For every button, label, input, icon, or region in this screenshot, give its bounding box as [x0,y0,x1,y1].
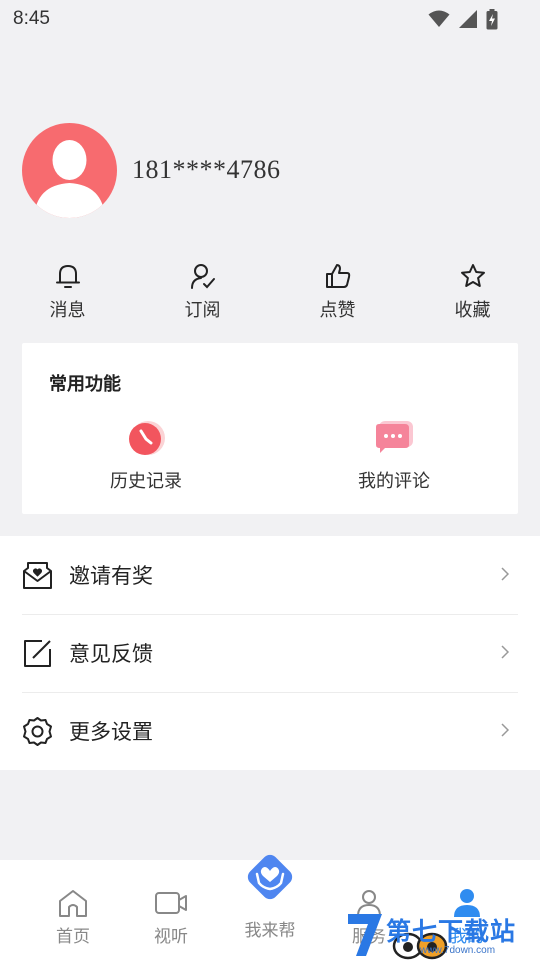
my-comments-button[interactable]: 我的评论 [294,419,494,493]
home-icon [59,890,87,917]
settings-gear-icon [22,716,53,747]
quick-action-favorites[interactable]: 收藏 [405,262,540,324]
helping-hands-heart-icon [247,854,293,900]
video-camera-icon [155,892,187,914]
chevron-right-icon [501,567,510,581]
menu-item-label: 意见反馈 [69,643,153,666]
watermark-logo-icon [348,914,382,956]
chevron-right-icon [501,645,510,659]
quick-action-label: 收藏 [454,300,491,320]
common-functions-card: 常用功能 历史记录 我的评论 [22,343,518,514]
user-avatar-icon[interactable] [22,122,117,218]
battery-charging-icon [486,8,498,29]
quick-action-label: 点赞 [319,300,356,320]
menu-item-invite[interactable]: 邀请有奖 [0,536,540,614]
watermark-text: 第七下载站 [386,918,517,946]
card-title: 常用功能 [49,374,121,394]
profile-header[interactable]: 181****4786 [22,122,281,218]
tab-label: 首页 [56,927,90,946]
tab-video[interactable]: 视听 [122,888,220,947]
comments-label: 我的评论 [358,471,430,491]
watermark-url: www.7down.com [420,945,496,956]
quick-action-subscribe[interactable]: 订阅 [135,262,270,324]
quick-action-label: 消息 [49,300,86,320]
wifi-icon [428,10,450,27]
status-time: 8:45 [13,8,50,29]
watermark: 第七下载站 www.7down.com [342,908,540,960]
chevron-right-icon [501,723,510,737]
thumbs-up-icon [325,264,350,288]
menu-item-label: 邀请有奖 [69,565,153,588]
user-phone[interactable]: 181****4786 [132,155,281,185]
invite-envelope-icon [22,560,53,591]
status-bar: 8:45 [0,0,540,38]
comment-bubble-icon [376,421,413,453]
quick-action-messages[interactable]: 消息 [0,262,135,324]
menu-item-more-settings[interactable]: 更多设置 [0,692,540,770]
tab-label: 我来帮 [244,921,296,940]
history-clock-icon [129,421,165,455]
history-label: 历史记录 [110,471,182,491]
menu-item-feedback[interactable]: 意见反馈 [0,614,540,692]
menu-item-label: 更多设置 [69,721,153,744]
settings-menu: 邀请有奖 意见反馈 更多设置 [0,536,540,770]
quick-action-label: 订阅 [184,300,221,320]
quick-actions: 消息 订阅 点赞 收藏 [0,262,540,324]
signal-icon [459,10,477,28]
subscribe-icon [190,264,215,289]
tab-help[interactable]: 我来帮 [222,846,318,941]
bell-icon [55,264,80,288]
feedback-edit-icon [22,638,53,669]
star-icon [460,264,485,287]
tab-home[interactable]: 首页 [24,888,122,947]
tab-label: 视听 [154,927,188,946]
status-icons [428,8,498,30]
quick-action-likes[interactable]: 点赞 [270,262,405,324]
history-button[interactable]: 历史记录 [46,419,246,493]
